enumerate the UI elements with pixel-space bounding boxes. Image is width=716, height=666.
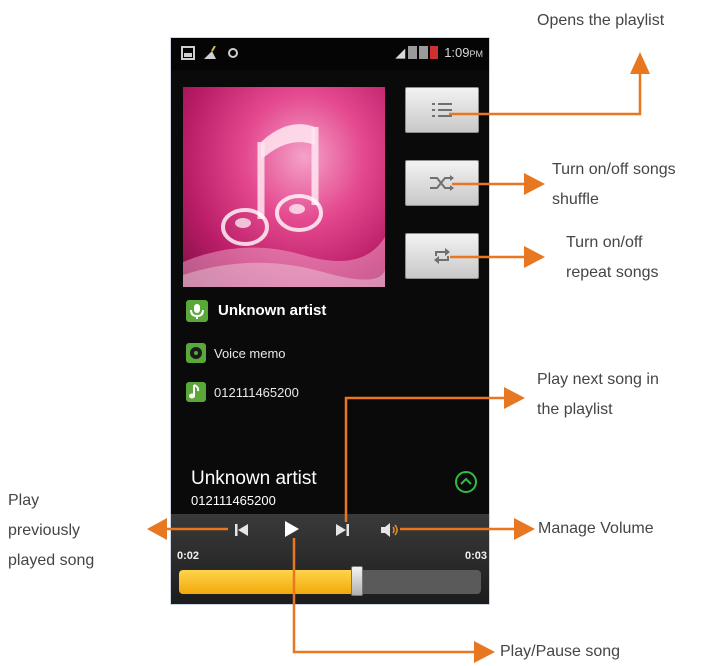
next-arrowhead <box>504 387 525 409</box>
volume-arrowhead <box>514 518 535 540</box>
callout-shuffle-line2: shuffle <box>552 191 599 208</box>
playlist-arrowhead <box>630 52 650 74</box>
callout-playlist: Opens the playlist <box>537 12 665 29</box>
callout-previous-line1: Play <box>8 492 40 509</box>
callout-previous-line3: played song <box>8 552 95 569</box>
play-arrow-line <box>292 538 478 654</box>
shuffle-arrowhead <box>524 173 545 195</box>
previous-arrowhead <box>147 518 167 540</box>
callout-repeat-line1: Turn on/off <box>566 234 643 251</box>
callout-repeat-line2: repeat songs <box>566 264 659 281</box>
repeat-arrowhead <box>524 246 545 268</box>
next-arrow-line <box>344 396 508 522</box>
callout-shuffle-line1: Turn on/off songs <box>552 161 676 178</box>
callout-next-line2: the playlist <box>537 401 613 418</box>
playlist-arrow-line <box>449 70 642 116</box>
callout-next-line1: Play next song in <box>537 371 659 388</box>
callout-previous-line2: previously <box>8 522 81 539</box>
play-arrowhead <box>474 641 495 663</box>
callout-volume: Manage Volume <box>538 520 654 537</box>
annotation-arrows <box>147 52 650 663</box>
callout-play: Play/Pause song <box>500 643 621 660</box>
